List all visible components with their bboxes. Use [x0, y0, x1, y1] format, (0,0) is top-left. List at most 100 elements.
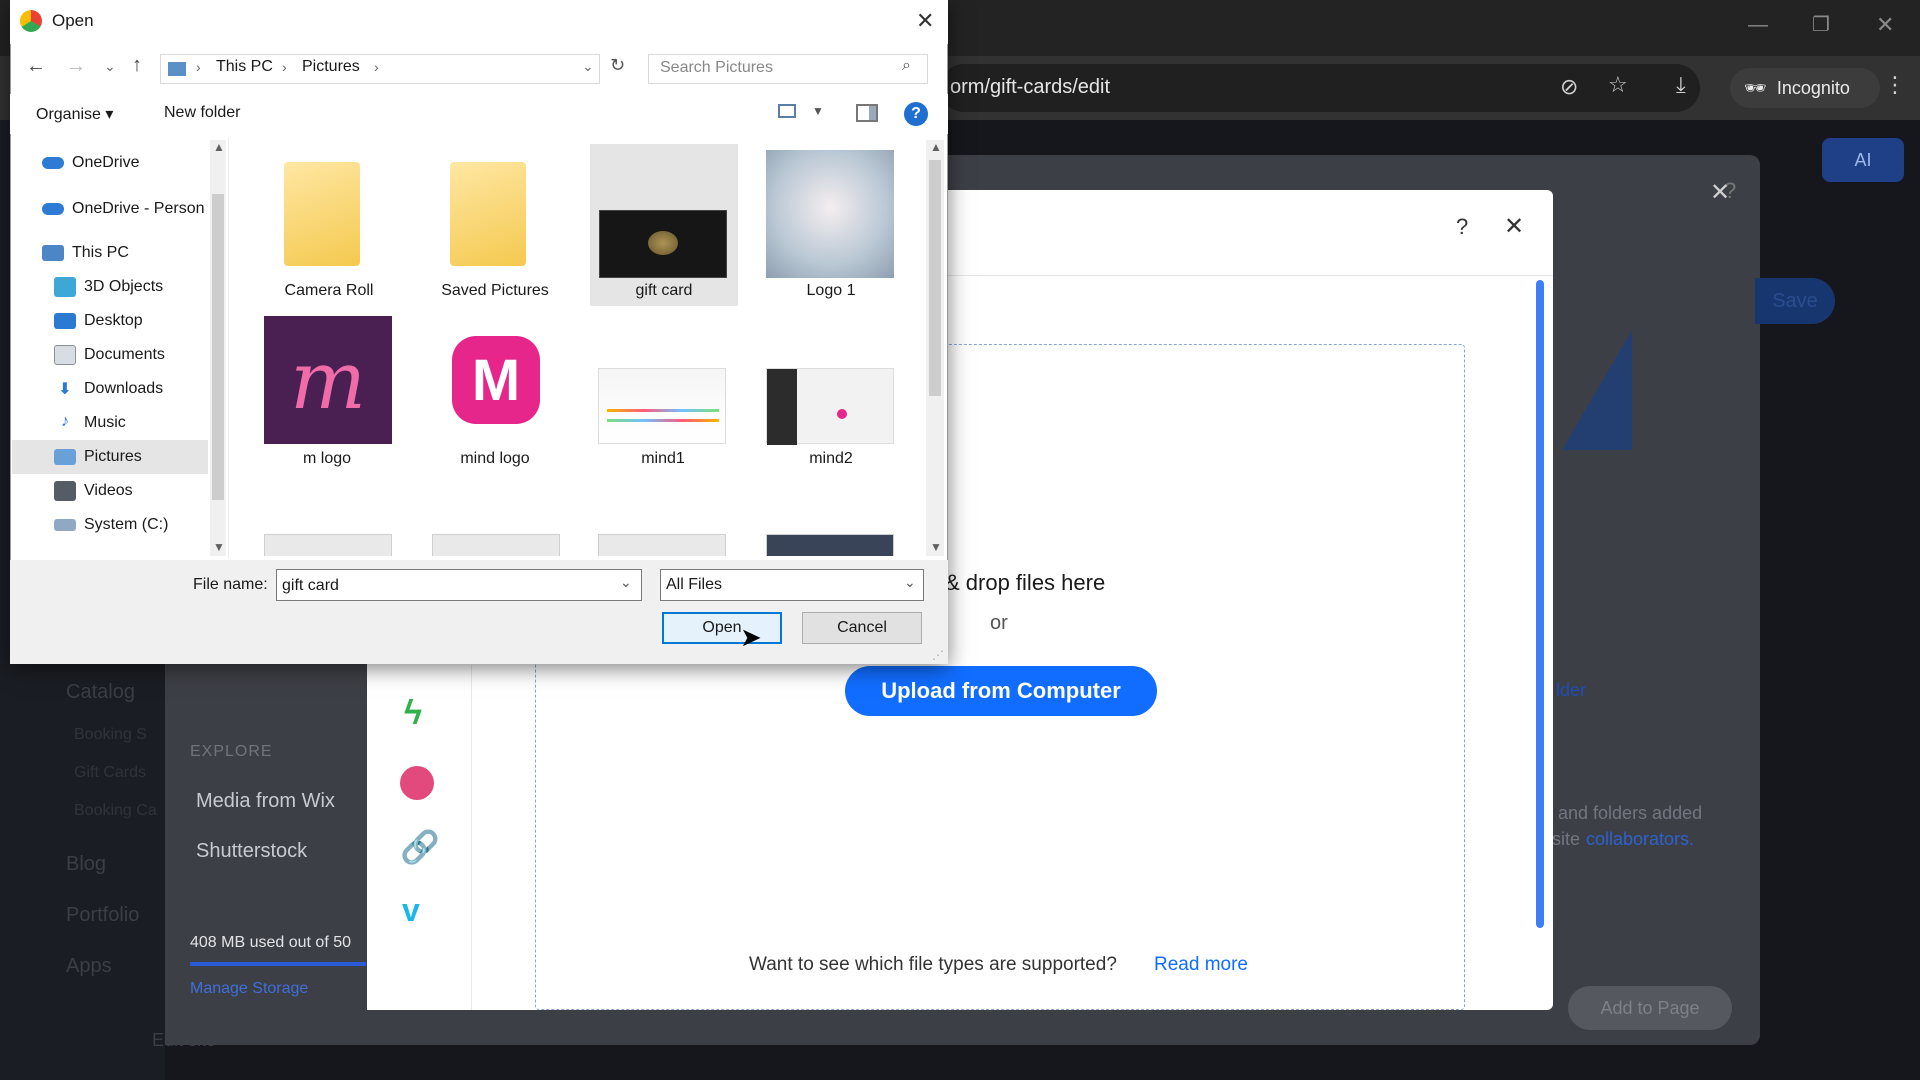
search-placeholder: Search Pictures [660, 59, 773, 76]
file-thumbnail-partial[interactable] [598, 534, 726, 556]
folder-link[interactable]: lder [1556, 680, 1586, 701]
new-folder-button[interactable]: New folder [164, 104, 240, 122]
nav-documents[interactable]: Documents [54, 338, 254, 372]
view-dropdown-icon[interactable]: ▼ [812, 104, 824, 118]
nav-this-pc[interactable]: This PC [42, 236, 242, 270]
nav-catalog[interactable]: Catalog [66, 681, 135, 704]
file-mind2[interactable]: mind2 [756, 312, 906, 474]
preview-pane-icon[interactable] [856, 104, 878, 122]
nav-system-c[interactable]: System (C:) [54, 508, 254, 542]
shutterstock[interactable]: Shutterstock [196, 840, 307, 863]
nav-music[interactable]: ♪ Music [54, 406, 254, 440]
nav-onedrive[interactable]: OneDrive [42, 146, 242, 180]
nav-3d-objects[interactable]: 3D Objects [54, 270, 254, 304]
recent-dropdown-icon[interactable]: ⌄ [104, 58, 116, 75]
file-thumbnail-partial[interactable] [766, 534, 894, 556]
eye-off-icon[interactable]: ⊘ [1560, 74, 1578, 100]
info-text-2: site [1552, 829, 1581, 849]
organise-button[interactable]: Organise ▾ [36, 104, 113, 124]
nav-videos[interactable]: Videos [54, 474, 254, 508]
scroll-up-icon[interactable]: ▲ [930, 140, 942, 154]
file-type-value: All Files [666, 576, 723, 593]
minimize-icon[interactable]: — [1748, 14, 1768, 37]
menu-icon[interactable]: ⋮ [1884, 72, 1906, 98]
window-close-icon[interactable]: ✕ [1876, 12, 1894, 38]
incognito-badge[interactable]: 🕶 Incognito [1730, 68, 1880, 108]
computer-icon [42, 245, 64, 261]
cancel-button[interactable]: Cancel [802, 612, 922, 644]
save-button[interactable]: Save [1755, 278, 1835, 324]
close-icon[interactable]: ✕ [1504, 212, 1524, 241]
chevron-right-icon: › [196, 59, 201, 75]
download-icon[interactable]: ⤓ [1676, 72, 1686, 98]
nav-label: This PC [72, 244, 129, 261]
restore-icon[interactable]: ❐ [1812, 12, 1830, 37]
open-button[interactable]: Open [662, 612, 782, 644]
supported-types-question: Want to see which file types are support… [749, 954, 1117, 975]
upload-from-computer-button[interactable]: Upload from Computer [845, 666, 1157, 716]
add-to-page-button[interactable]: Add to Page [1568, 986, 1732, 1030]
nav-gift-cards[interactable]: Gift Cards [74, 764, 146, 782]
nav-portfolio[interactable]: Portfolio [66, 904, 139, 927]
files-scrollbar[interactable] [926, 140, 944, 556]
nav-pictures[interactable]: Pictures [54, 440, 254, 474]
help-icon[interactable]: ? [1456, 214, 1468, 240]
nav-onedrive-personal[interactable]: OneDrive - Person [42, 192, 210, 226]
ai-button[interactable]: AI [1822, 138, 1904, 182]
file-logo-1[interactable]: Logo 1 [756, 144, 906, 306]
breadcrumb-pictures[interactable]: Pictures [302, 58, 360, 76]
panel-close-x[interactable]: ✕ [1710, 178, 1730, 207]
link-icon[interactable]: 🔗 [400, 828, 440, 866]
star-icon[interactable]: ☆ [1608, 72, 1628, 98]
search-icon[interactable]: ⌕ [902, 57, 911, 75]
nav-downloads[interactable]: ⬇ Downloads [54, 372, 254, 406]
nav-desktop[interactable]: Desktop [54, 304, 254, 338]
cube-icon [54, 277, 76, 297]
manage-storage-link[interactable]: Manage Storage [190, 980, 308, 998]
dialog-title: Open [52, 11, 94, 30]
file-gift-card[interactable]: gift card [590, 144, 738, 306]
file-name-dropdown-icon[interactable]: ⌄ [620, 574, 632, 591]
nav-booking-ca[interactable]: Booking Ca [74, 802, 157, 820]
nav-booking[interactable]: Booking S [74, 726, 147, 744]
forward-icon[interactable]: → [66, 55, 86, 78]
scroll-down-icon[interactable]: ▼ [930, 540, 942, 554]
media-from-wix[interactable]: Media from Wix [196, 790, 335, 813]
file-thumbnail-partial[interactable] [264, 534, 392, 556]
up-icon[interactable]: ↑ [132, 54, 142, 77]
folder-icon [284, 162, 360, 266]
resize-grip-icon[interactable]: ⋰ [932, 648, 944, 662]
file-thumbnail-partial[interactable] [432, 534, 560, 556]
address-dropdown-icon[interactable]: ⌄ [582, 58, 594, 75]
file-camera-roll[interactable]: Camera Roll [254, 144, 404, 306]
file-saved-pictures[interactable]: Saved Pictures [420, 144, 570, 306]
file-mind-logo[interactable]: M mind logo [420, 312, 570, 474]
vimeo-icon[interactable]: v [402, 892, 420, 929]
pictures-icon [54, 449, 76, 465]
storage-bar [190, 962, 366, 966]
help-circle-icon[interactable]: ? [904, 102, 928, 126]
nav-label: 3D Objects [84, 278, 164, 295]
nav-blog[interactable]: Blog [66, 853, 106, 876]
pc-icon [168, 62, 186, 76]
gift-card-thumbnail [599, 210, 727, 278]
music-icon: ♪ [61, 413, 69, 430]
refresh-icon[interactable]: ↻ [610, 55, 625, 76]
dialog-close-icon[interactable]: ✕ [916, 8, 934, 34]
view-icon[interactable] [778, 104, 796, 118]
nav-apps[interactable]: Apps [66, 955, 112, 978]
dribbble-icon[interactable] [400, 766, 434, 800]
back-icon[interactable]: ← [26, 55, 46, 78]
collaborators-link[interactable]: collaborators. [1586, 829, 1694, 850]
file-m-logo[interactable]: m m logo [252, 312, 402, 474]
breadcrumb-this-pc[interactable]: This PC [216, 58, 273, 76]
logo-thumbnail [766, 150, 894, 278]
nav-label: OneDrive - Person [72, 200, 205, 217]
file-mind1[interactable]: mind1 [588, 312, 738, 474]
file-type-dropdown-icon[interactable]: ⌄ [904, 574, 916, 591]
cloud-icon [42, 203, 64, 215]
scroll-down-icon[interactable]: ▼ [213, 540, 225, 554]
media-scrollbar[interactable] [1536, 280, 1544, 928]
read-more-link[interactable]: Read more [1154, 954, 1248, 976]
deviantart-icon[interactable]: ϟ [404, 694, 422, 733]
